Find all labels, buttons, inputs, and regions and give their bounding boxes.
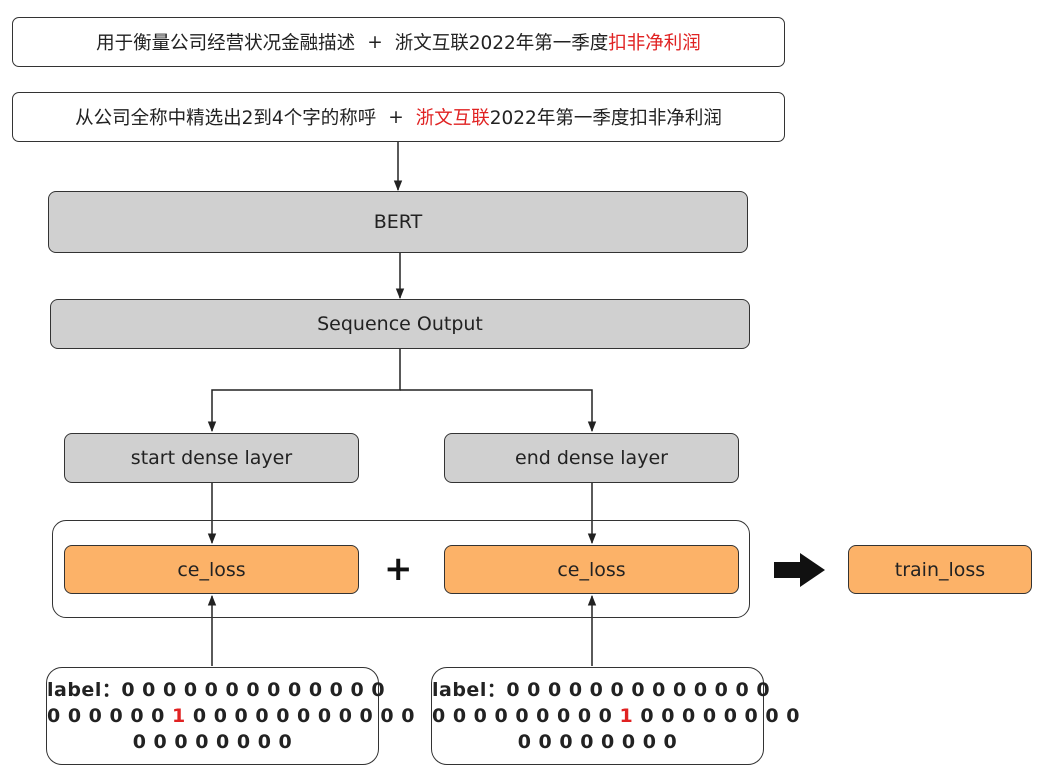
train-loss: train_loss [848,545,1032,594]
prompt-bottom-highlight: 浙文互联 [415,108,490,129]
prompt-bottom-entity: 2022年第一季度扣非净利润 [489,108,722,129]
end-dense-label: end dense layer [515,447,668,469]
label-end-line3: 0 0 0 0 0 0 0 0 [517,731,678,753]
split-line [207,349,401,433]
prompt-top-plus: + [367,31,383,53]
label-end-line2: 0 0 0 0 0 0 0 0 0 1 0 0 0 0 0 0 0 0 [432,703,799,729]
label-end-line1: label：0 0 0 0 0 0 0 0 0 0 0 0 0 [432,679,771,701]
prompt-bottom-description: 从公司全称中精选出2到4个字的称呼 [75,108,377,129]
end-dense-layer: end dense layer [444,433,739,483]
label-start-line3: 0 0 0 0 0 0 0 0 [132,731,293,753]
label-start-line2-after: 0 0 0 0 0 0 0 0 0 0 0 [185,705,415,727]
label-box-end: label：0 0 0 0 0 0 0 0 0 0 0 0 0 0 0 0 0 … [431,667,799,765]
ce-loss-left-label: ce_loss [177,558,246,581]
bert-block: BERT [48,191,748,253]
bert-label: BERT [373,211,423,233]
ce-loss-left: ce_loss [64,545,359,594]
ce-loss-right: ce_loss [444,545,739,594]
label-end-line2-after: 0 0 0 0 0 0 0 0 [633,705,800,727]
label-start-one: 1 [172,705,186,727]
prompt-bottom: 从公司全称中精选出2到4个字的称呼 + 浙文互联 2022年第一季度扣非净利润 [12,92,785,142]
prompt-top: 用于衡量公司经营状况金融描述 + 浙文互联2022年第一季度 扣非净利润 [12,17,785,67]
start-dense-layer: start dense layer [64,433,359,483]
label-start-line2-before: 0 0 0 0 0 0 [47,705,173,727]
label-start-line1: label：0 0 0 0 0 0 0 0 0 0 0 0 0 [47,679,386,701]
sequence-output-label: Sequence Output [317,313,483,335]
split-line-right [400,389,597,433]
label-box-start: label：0 0 0 0 0 0 0 0 0 0 0 0 0 0 0 0 0 … [46,667,414,765]
big-right-arrow-icon [774,553,825,587]
start-dense-label: start dense layer [130,447,293,469]
sequence-output-block: Sequence Output [50,299,750,349]
plus-sign: + [384,549,413,589]
label-end-one: 1 [619,705,634,727]
ce-loss-right-label: ce_loss [557,558,626,581]
prompt-top-highlight: 扣非净利润 [608,33,701,54]
prompt-top-entity: 浙文互联2022年第一季度 [394,33,609,54]
label-start-line2: 0 0 0 0 0 0 1 0 0 0 0 0 0 0 0 0 0 0 [47,703,414,729]
prompt-bottom-plus: + [388,106,404,128]
prompt-top-description: 用于衡量公司经营状况金融描述 [96,33,356,54]
train-loss-label: train_loss [894,558,986,581]
label-end-line2-before: 0 0 0 0 0 0 0 0 0 [432,705,620,727]
